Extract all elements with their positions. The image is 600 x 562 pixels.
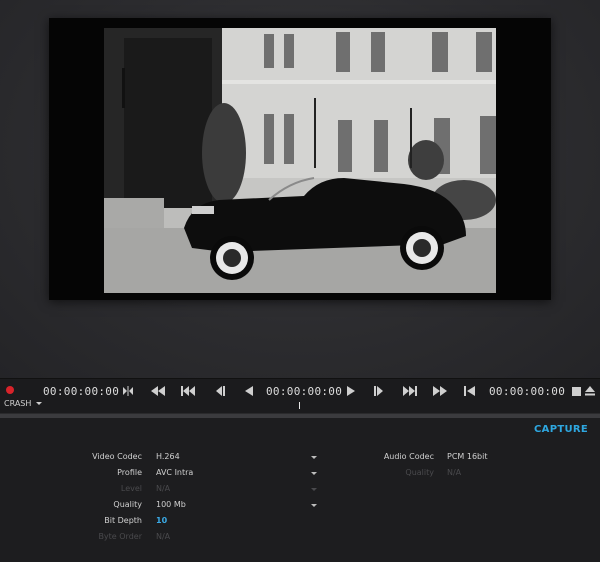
transport-bar: 00:00:00:00 00:00:00:00 00:00:00:00 CRAS… — [0, 378, 600, 413]
playhead[interactable] — [299, 402, 300, 409]
audio-codec-label: Audio Codec — [383, 452, 434, 461]
bit-depth-value[interactable]: 10 — [156, 516, 167, 525]
video-viewer — [0, 0, 600, 380]
bit-depth-label: Bit Depth — [104, 516, 142, 525]
video-frame — [49, 18, 551, 300]
audio-quality-row: Quality N/A — [0, 468, 600, 480]
video-preview-image — [104, 28, 496, 293]
record-button[interactable] — [6, 386, 14, 394]
play-icon[interactable] — [343, 384, 359, 398]
capture-settings-panel: CAPTURE Video Codec H.264 Profile AVC In… — [0, 418, 600, 562]
quality-label: Quality — [113, 500, 142, 509]
byte-order-label: Byte Order — [98, 532, 142, 541]
chevron-down-icon — [36, 402, 43, 405]
timecode-current: 00:00:00:00 — [43, 385, 120, 398]
timecode-center: 00:00:00:00 — [266, 385, 343, 398]
capture-button[interactable]: CAPTURE — [534, 424, 588, 435]
quality-value: 100 Mb — [156, 500, 186, 509]
fast-forward-icon[interactable] — [432, 384, 448, 398]
timecode-duration: 00:00:00:00 — [489, 385, 566, 398]
quality-row[interactable]: Quality 100 Mb — [0, 500, 600, 512]
audio-codec-value: PCM 16bit — [447, 452, 488, 461]
byte-order-row: Byte Order N/A — [0, 532, 600, 544]
byte-order-value: N/A — [156, 532, 171, 541]
chevron-down-icon[interactable] — [311, 504, 317, 507]
eject-icon[interactable] — [582, 384, 598, 398]
device-name: CRASH — [4, 399, 32, 408]
play-reverse-icon[interactable] — [241, 384, 257, 398]
device-selector[interactable]: CRASH — [4, 399, 43, 408]
bit-depth-row[interactable]: Bit Depth 10 — [0, 516, 600, 528]
step-forward-icon[interactable] — [372, 384, 388, 398]
go-to-end-icon[interactable] — [402, 384, 418, 398]
mark-out-icon[interactable] — [462, 384, 478, 398]
audio-quality-label: Quality — [405, 468, 434, 477]
rewind-icon[interactable] — [150, 384, 166, 398]
go-to-start-icon[interactable] — [180, 384, 196, 398]
audio-codec-row[interactable]: Audio Codec PCM 16bit — [0, 452, 600, 464]
step-back-icon[interactable] — [211, 384, 227, 398]
level-label: Level — [120, 484, 142, 493]
chevron-down-icon — [311, 488, 317, 491]
mark-in-out-icon[interactable] — [120, 384, 136, 398]
audio-quality-value: N/A — [447, 468, 462, 477]
level-value: N/A — [156, 484, 171, 493]
level-row: Level N/A — [0, 484, 600, 496]
